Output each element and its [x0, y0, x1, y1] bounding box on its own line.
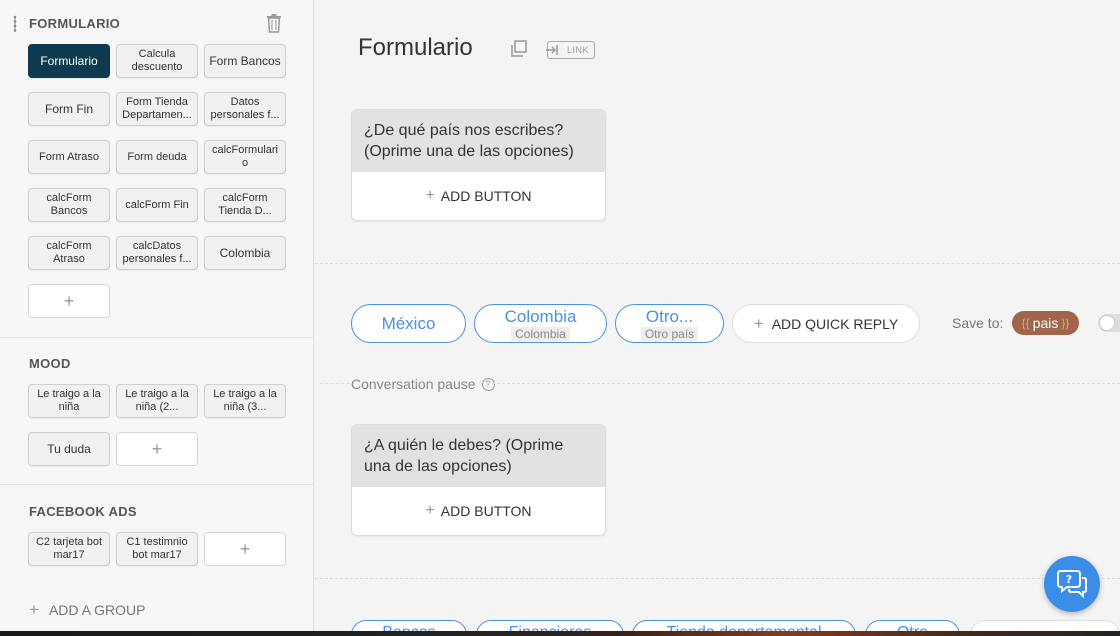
block-colombia[interactable]: Colombia: [204, 236, 286, 270]
block-form-fin[interactable]: Form Fin: [28, 92, 110, 126]
add-quick-reply-label: ADD QUICK REPLY: [771, 315, 899, 332]
section-divider: [487, 383, 1120, 384]
block-le-traigo-1[interactable]: Le traigo a la niña: [28, 384, 110, 418]
add-group-button[interactable]: + ADD A GROUP: [29, 600, 145, 620]
plus-icon: +: [63, 290, 75, 311]
block-calcdatos-personales[interactable]: calcDatos personales f...: [116, 236, 198, 270]
toggle-switch[interactable]: [1098, 314, 1120, 332]
block-le-traigo-2[interactable]: Le traigo a la niña (2...: [116, 384, 198, 418]
block-calcformulario[interactable]: calcFormulario: [204, 140, 286, 174]
plus-icon: +: [425, 502, 435, 519]
plus-icon: +: [29, 600, 39, 619]
block-form-atraso[interactable]: Form Atraso: [28, 140, 110, 174]
quick-reply-subtitle: Colombia: [511, 326, 570, 341]
section-divider: [315, 263, 1120, 264]
block-calcula-descuento[interactable]: Calcula descuento: [116, 44, 198, 78]
help-chat-button[interactable]: ?: [1044, 556, 1100, 612]
block-c1-testimnio[interactable]: C1 testimnio bot mar17: [116, 532, 198, 566]
sidebar: FORMULARIO Formulario Calcula descuento …: [0, 0, 314, 636]
trash-icon[interactable]: [265, 13, 283, 33]
add-button-label: ADD BUTTON: [440, 188, 532, 204]
block-formulario[interactable]: Formulario: [28, 44, 110, 78]
help-circle-icon[interactable]: ?: [481, 377, 495, 391]
conversation-pause[interactable]: Conversation pause ?: [351, 376, 495, 392]
chat-help-icon: ?: [1057, 570, 1087, 599]
add-button-label: ADD BUTTON: [440, 503, 532, 519]
quick-reply-subtitle: Otro país: [640, 326, 699, 341]
block-calcform-tienda[interactable]: calcForm Tienda D...: [204, 188, 286, 222]
save-to-label: Save to:: [952, 315, 1004, 331]
block-calcform-bancos[interactable]: calcForm Bancos: [28, 188, 110, 222]
quick-reply-mexico[interactable]: México: [351, 304, 466, 343]
quick-reply-otro[interactable]: Otro... Otro país: [615, 304, 724, 343]
add-block-button[interactable]: +: [28, 284, 110, 318]
toggle-knob: [1099, 315, 1115, 331]
quick-reply-title: Otro...: [645, 306, 694, 326]
group-title-mood[interactable]: MOOD: [29, 356, 71, 371]
group-title-formulario[interactable]: FORMULARIO: [29, 16, 120, 31]
add-group-label: ADD A GROUP: [48, 602, 146, 618]
card-text[interactable]: ¿A quién le debes? (Oprime una de las op…: [352, 425, 605, 487]
card-text[interactable]: ¿De qué país nos escribes? (Oprime una d…: [352, 110, 605, 172]
plus-icon: +: [239, 538, 251, 559]
plus-icon: +: [425, 187, 435, 204]
quick-reply-colombia[interactable]: Colombia Colombia: [474, 304, 607, 343]
quick-reply-title: México: [381, 314, 436, 333]
variable-pill[interactable]: {{ pais }}: [1012, 311, 1079, 335]
link-label: LINK: [566, 45, 589, 55]
brace-open-icon: {{: [1021, 316, 1030, 330]
block-form-bancos[interactable]: Form Bancos: [204, 44, 286, 78]
copy-icon[interactable]: [510, 40, 528, 58]
add-button-button[interactable]: + ADD BUTTON: [352, 487, 605, 535]
link-icon: [546, 45, 558, 55]
block-calcform-fin[interactable]: calcForm Fin: [116, 188, 198, 222]
main-editor: Formulario LINK ¿De qué país nos escribe…: [315, 0, 1120, 636]
group-divider: [0, 484, 313, 485]
quick-reply-title: Colombia: [504, 306, 577, 326]
add-block-button[interactable]: +: [204, 532, 286, 566]
drag-handle-icon[interactable]: [11, 15, 19, 33]
block-c2-tarjeta[interactable]: C2 tarjeta bot mar17: [28, 532, 110, 566]
text-card: ¿De qué país nos escribes? (Oprime una d…: [351, 109, 606, 221]
variable-name: pais: [1032, 315, 1059, 331]
plus-icon: +: [151, 438, 163, 459]
svg-text:?: ?: [1066, 573, 1072, 586]
section-divider: [320, 383, 350, 384]
plus-icon: +: [753, 313, 764, 333]
add-quick-reply-button[interactable]: + ADD QUICK REPLY: [732, 304, 920, 343]
add-block-button[interactable]: +: [116, 432, 198, 466]
add-button-button[interactable]: + ADD BUTTON: [352, 172, 605, 220]
conversation-pause-label: Conversation pause: [351, 376, 476, 392]
group-title-facebook-ads[interactable]: FACEBOOK ADS: [29, 504, 137, 519]
link-button[interactable]: LINK: [546, 41, 595, 59]
taskbar-strip: [0, 631, 1120, 636]
block-form-tienda[interactable]: Form Tienda Departamen...: [116, 92, 198, 126]
block-tu-duda[interactable]: Tu duda: [28, 432, 110, 466]
text-card: ¿A quién le debes? (Oprime una de las op…: [351, 424, 606, 536]
group-divider: [0, 337, 313, 338]
block-datos-personales[interactable]: Datos personales f...: [204, 92, 286, 126]
section-divider: [315, 578, 1120, 579]
brace-close-icon: }}: [1061, 316, 1070, 330]
page-title[interactable]: Formulario: [358, 34, 473, 62]
block-calcform-atraso[interactable]: calcForm Atraso: [28, 236, 110, 270]
block-le-traigo-3[interactable]: Le traigo a la niña (3...: [204, 384, 286, 418]
block-form-deuda[interactable]: Form deuda: [116, 140, 198, 174]
